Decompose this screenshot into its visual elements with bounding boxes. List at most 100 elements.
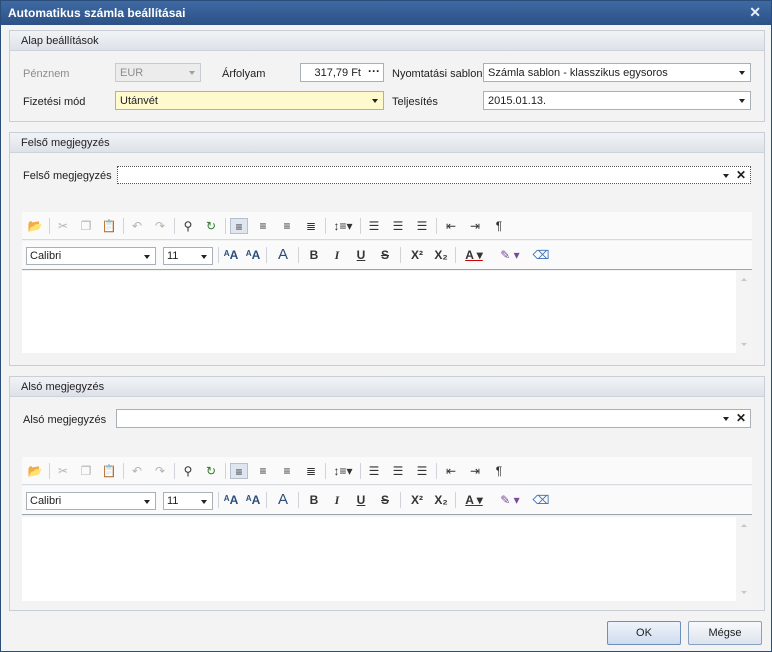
close-icon[interactable]: ✕ (749, 4, 761, 21)
align-right-icon[interactable]: ≡ (278, 463, 296, 479)
undo-icon[interactable]: ↶ (128, 218, 146, 234)
scroll-down-icon[interactable] (741, 591, 747, 594)
open-icon[interactable]: 📂 (26, 463, 44, 479)
strikethrough-icon[interactable]: S (376, 247, 394, 263)
underline-icon[interactable]: U (352, 492, 370, 508)
rate-input[interactable]: 317,79 Ft ··· (300, 63, 384, 82)
fulfillment-date-picker[interactable]: 2015.01.13. (483, 91, 751, 110)
scroll-down-icon[interactable] (741, 343, 747, 346)
bottom-note-editor[interactable] (22, 517, 752, 601)
chevron-down-icon[interactable] (720, 167, 732, 183)
redo-icon[interactable]: ↷ (151, 218, 169, 234)
toolbar-separator (325, 218, 326, 234)
top-note-select[interactable]: ✕ (117, 166, 751, 184)
italic-icon[interactable]: I (328, 247, 346, 263)
align-left-icon[interactable]: ≡ (230, 463, 248, 479)
currency-select[interactable]: EUR (115, 63, 201, 82)
basic-settings-group: Alap beállítások Pénznem EUR Árfolyam 31… (9, 30, 765, 122)
subscript-icon[interactable]: X₂ (432, 247, 450, 263)
copy-icon[interactable]: ❐ (77, 218, 95, 234)
font-color-icon[interactable]: A ▾ (462, 247, 486, 263)
undo-icon[interactable]: ↶ (128, 463, 146, 479)
chevron-down-icon (184, 64, 200, 81)
paste-icon[interactable]: 📋 (100, 463, 118, 479)
line-spacing-icon[interactable]: ↕≡▾ (330, 218, 356, 234)
cut-icon[interactable]: ✂ (54, 218, 72, 234)
top-note-header: Felső megjegyzés (10, 133, 764, 153)
bold-icon[interactable]: B (305, 247, 323, 263)
copy-icon[interactable]: ❐ (77, 463, 95, 479)
font-dialog-icon[interactable]: A (274, 492, 292, 508)
clear-format-icon[interactable]: ⌫ (532, 492, 550, 508)
underline-icon[interactable]: U (352, 247, 370, 263)
clear-icon[interactable]: ✕ (736, 168, 746, 182)
replace-icon[interactable]: ↻ (202, 463, 220, 479)
align-justify-icon[interactable]: ≣ (302, 463, 320, 479)
toolbar-separator (266, 492, 267, 508)
toolbar-separator (325, 463, 326, 479)
ok-button[interactable]: OK (607, 621, 681, 645)
clear-format-icon[interactable]: ⌫ (532, 247, 550, 263)
editor-scrollbar[interactable] (736, 517, 752, 601)
toolbar-separator (266, 247, 267, 263)
cut-icon[interactable]: ✂ (54, 463, 72, 479)
find-icon[interactable]: ⚲ (179, 218, 197, 234)
grow-font-icon[interactable]: ᴬA (222, 247, 240, 263)
superscript-icon[interactable]: X² (408, 492, 426, 508)
grow-font-icon[interactable]: ᴬA (222, 492, 240, 508)
font-size-select[interactable]: 11 (163, 247, 213, 265)
paragraph-marks-icon[interactable]: ¶ (490, 218, 508, 234)
bottom-editor-toolbar: 📂 ✂ ❐ 📋 ↶ ↷ ⚲ ↻ ≡ ≡ ≡ ≣ ↕≡▾ ☰ ☰ ☰ ⇤ ⇥ ¶ (22, 457, 752, 485)
increase-indent-icon[interactable]: ⇥ (466, 218, 484, 234)
font-dialog-icon[interactable]: A (274, 247, 292, 263)
scroll-up-icon[interactable] (741, 278, 747, 281)
shrink-font-icon[interactable]: ᴬA (244, 492, 262, 508)
editor-scrollbar[interactable] (736, 271, 752, 353)
line-spacing-icon[interactable]: ↕≡▾ (330, 463, 356, 479)
align-left-icon[interactable]: ≡ (230, 218, 248, 234)
decrease-indent-icon[interactable]: ⇤ (442, 463, 460, 479)
replace-icon[interactable]: ↻ (202, 218, 220, 234)
redo-icon[interactable]: ↷ (151, 463, 169, 479)
bottom-note-select[interactable]: ✕ (116, 409, 751, 428)
italic-icon[interactable]: I (328, 492, 346, 508)
clear-icon[interactable]: ✕ (736, 411, 746, 425)
superscript-icon[interactable]: X² (408, 247, 426, 263)
decrease-indent-icon[interactable]: ⇤ (442, 218, 460, 234)
numbered-list-icon[interactable]: ☰ (389, 463, 407, 479)
toolbar-separator (436, 463, 437, 479)
align-center-icon[interactable]: ≡ (254, 218, 272, 234)
payment-label: Fizetési mód (23, 96, 86, 108)
multilevel-list-icon[interactable]: ☰ (413, 218, 431, 234)
multilevel-list-icon[interactable]: ☰ (413, 463, 431, 479)
font-family-select[interactable]: Calibri (26, 247, 156, 265)
payment-select[interactable]: Utánvét (115, 91, 384, 110)
font-family-select[interactable]: Calibri (26, 492, 156, 510)
align-justify-icon[interactable]: ≣ (302, 218, 320, 234)
font-color-icon[interactable]: A ▾ (462, 492, 486, 508)
chevron-down-icon (196, 493, 212, 510)
highlight-color-icon[interactable]: ✎ ▾ (497, 247, 523, 263)
align-right-icon[interactable]: ≡ (278, 218, 296, 234)
strikethrough-icon[interactable]: S (376, 492, 394, 508)
cancel-button[interactable]: Mégse (688, 621, 762, 645)
shrink-font-icon[interactable]: ᴬA (244, 247, 262, 263)
find-icon[interactable]: ⚲ (179, 463, 197, 479)
top-note-editor[interactable] (22, 271, 752, 353)
scroll-up-icon[interactable] (741, 524, 747, 527)
print-template-select[interactable]: Számla sablon - klasszikus egysoros (483, 63, 751, 82)
bold-icon[interactable]: B (305, 492, 323, 508)
ellipsis-icon[interactable]: ··· (368, 64, 380, 78)
paste-icon[interactable]: 📋 (100, 218, 118, 234)
align-center-icon[interactable]: ≡ (254, 463, 272, 479)
open-icon[interactable]: 📂 (26, 218, 44, 234)
numbered-list-icon[interactable]: ☰ (389, 218, 407, 234)
bullet-list-icon[interactable]: ☰ (365, 218, 383, 234)
chevron-down-icon[interactable] (720, 410, 732, 427)
highlight-color-icon[interactable]: ✎ ▾ (497, 492, 523, 508)
paragraph-marks-icon[interactable]: ¶ (490, 463, 508, 479)
font-size-select[interactable]: 11 (163, 492, 213, 510)
bullet-list-icon[interactable]: ☰ (365, 463, 383, 479)
subscript-icon[interactable]: X₂ (432, 492, 450, 508)
increase-indent-icon[interactable]: ⇥ (466, 463, 484, 479)
